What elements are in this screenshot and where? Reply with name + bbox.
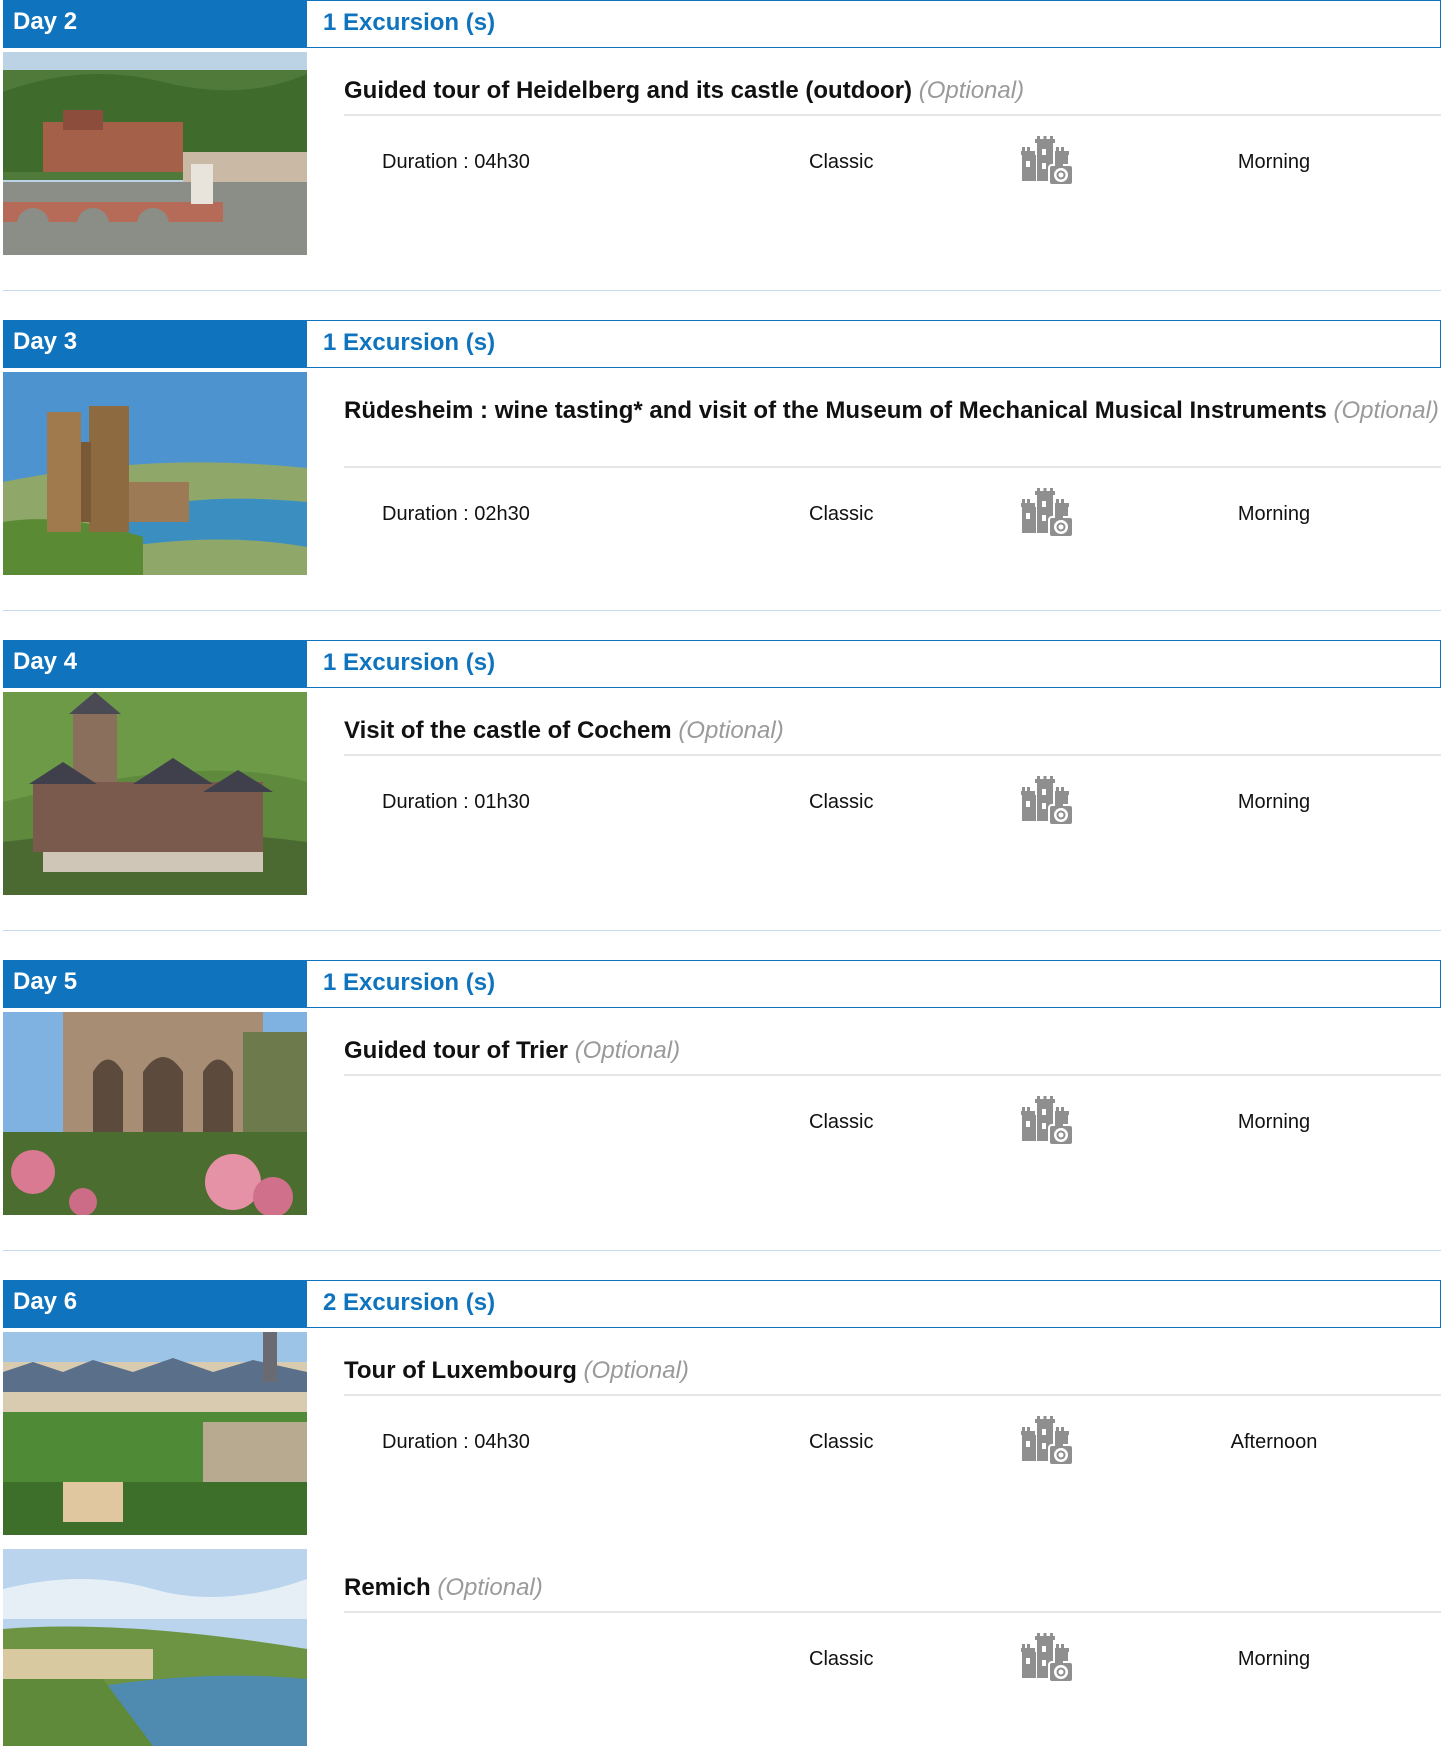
optional-label: (Optional) bbox=[678, 717, 784, 744]
title-divider bbox=[344, 1394, 1441, 1396]
remich-photo bbox=[3, 1549, 307, 1746]
excursion-title: Guided tour of Trier bbox=[344, 1037, 569, 1064]
excursion-info-row: Duration : 04h30 Classic Afternoon bbox=[344, 1414, 1441, 1470]
excursion-count: 1 Excursion (s) bbox=[307, 960, 1441, 1008]
excursion-item[interactable]: Guided tour of Trier (Optional) Classic … bbox=[3, 1012, 1441, 1222]
day-header[interactable]: Day 6 2 Excursion (s) bbox=[3, 1280, 1441, 1328]
excursion-title: Tour of Luxembourg bbox=[344, 1357, 577, 1384]
excursion-title-line: Remich (Optional) bbox=[344, 1571, 1441, 1604]
castle-camera-icon bbox=[1019, 1095, 1075, 1149]
excursion-item[interactable]: Remich (Optional) Classic Morning bbox=[3, 1549, 1441, 1746]
level-text: Classic bbox=[809, 1111, 874, 1133]
castle-camera-icon bbox=[1019, 135, 1075, 189]
day-section: Day 4 1 Excursion (s) Visit of the castl… bbox=[3, 640, 1441, 902]
itinerary-page: Day 2 1 Excursion (s) Guided tour of Hei… bbox=[0, 0, 1451, 1746]
day-separator bbox=[3, 610, 1441, 611]
excursion-item[interactable]: Guided tour of Heidelberg and its castle… bbox=[3, 52, 1441, 262]
castle-camera-icon bbox=[1019, 775, 1075, 829]
excursion-info-row: Duration : 02h30 Classic Morning bbox=[344, 486, 1441, 542]
excursion-item[interactable]: Tour of Luxembourg (Optional) Duration :… bbox=[3, 1332, 1441, 1549]
optional-label: (Optional) bbox=[583, 1357, 689, 1384]
duration-text: Duration : 02h30 bbox=[382, 503, 530, 525]
day-label: Day 5 bbox=[3, 960, 307, 1008]
excursion-count: 2 Excursion (s) bbox=[307, 1280, 1441, 1328]
day-separator bbox=[3, 290, 1441, 291]
day-section: Day 2 1 Excursion (s) Guided tour of Hei… bbox=[3, 0, 1441, 262]
level-text: Classic bbox=[809, 1648, 874, 1670]
day-section: Day 3 1 Excursion (s) Rüdesheim : wine t… bbox=[3, 320, 1441, 582]
excursion-item[interactable]: Rüdesheim : wine tasting* and visit of t… bbox=[3, 372, 1441, 582]
day-header[interactable]: Day 2 1 Excursion (s) bbox=[3, 0, 1441, 48]
time-of-day: Morning bbox=[1237, 791, 1311, 813]
cochem-photo bbox=[3, 692, 307, 895]
excursion-count: 1 Excursion (s) bbox=[307, 320, 1441, 368]
title-divider bbox=[344, 466, 1441, 468]
title-divider bbox=[344, 754, 1441, 756]
time-of-day: Morning bbox=[1237, 503, 1311, 525]
day-label: Day 4 bbox=[3, 640, 307, 688]
castle-camera-icon bbox=[1019, 487, 1075, 541]
duration-text: Duration : 04h30 bbox=[382, 1431, 530, 1453]
day-separator bbox=[3, 1250, 1441, 1251]
luxembourg-photo bbox=[3, 1332, 307, 1535]
excursion-item[interactable]: Visit of the castle of Cochem (Optional)… bbox=[3, 692, 1441, 902]
optional-label: (Optional) bbox=[574, 1037, 681, 1064]
day-label: Day 2 bbox=[3, 0, 307, 48]
excursion-title-line: Guided tour of Trier (Optional) bbox=[344, 1034, 1441, 1067]
excursion-info-row: Classic Morning bbox=[344, 1094, 1441, 1150]
excursion-title-line: Tour of Luxembourg (Optional) bbox=[344, 1354, 1441, 1387]
time-of-day: Morning bbox=[1237, 1111, 1311, 1133]
duration-text: Duration : 01h30 bbox=[382, 791, 530, 813]
excursion-title: Remich bbox=[344, 1574, 431, 1601]
title-divider bbox=[344, 114, 1441, 116]
level-text: Classic bbox=[809, 791, 874, 813]
day-header[interactable]: Day 4 1 Excursion (s) bbox=[3, 640, 1441, 688]
day-section: Day 5 1 Excursion (s) Guided tour of Tri… bbox=[3, 960, 1441, 1222]
optional-label: (Optional) bbox=[1333, 397, 1439, 424]
castle-camera-icon bbox=[1019, 1415, 1075, 1469]
title-divider bbox=[344, 1611, 1441, 1613]
excursion-title-line: Guided tour of Heidelberg and its castle… bbox=[344, 74, 1441, 107]
time-of-day: Morning bbox=[1237, 151, 1311, 173]
excursion-count: 1 Excursion (s) bbox=[307, 0, 1441, 48]
optional-label: (Optional) bbox=[437, 1574, 543, 1601]
day-separator bbox=[3, 930, 1441, 931]
title-divider bbox=[344, 1074, 1441, 1076]
excursion-info-row: Duration : 04h30 Classic Morning bbox=[344, 134, 1441, 190]
rudesheim-photo bbox=[3, 372, 307, 575]
day-header[interactable]: Day 3 1 Excursion (s) bbox=[3, 320, 1441, 368]
time-of-day: Morning bbox=[1237, 1648, 1311, 1670]
excursion-title-line: Rüdesheim : wine tasting* and visit of t… bbox=[344, 394, 1441, 427]
excursion-count: 1 Excursion (s) bbox=[307, 640, 1441, 688]
day-label: Day 3 bbox=[3, 320, 307, 368]
excursion-info-row: Classic Morning bbox=[344, 1631, 1441, 1687]
duration-text: Duration : 04h30 bbox=[382, 151, 530, 173]
time-of-day: Afternoon bbox=[1230, 1431, 1318, 1453]
heidelberg-photo bbox=[3, 52, 307, 255]
level-text: Classic bbox=[809, 503, 874, 525]
excursion-title: Guided tour of Heidelberg and its castle… bbox=[344, 77, 913, 104]
day-label: Day 6 bbox=[3, 1280, 307, 1328]
excursion-info-row: Duration : 01h30 Classic Morning bbox=[344, 774, 1441, 830]
excursion-title-line: Visit of the castle of Cochem (Optional) bbox=[344, 714, 1441, 747]
castle-camera-icon bbox=[1019, 1632, 1075, 1686]
day-section: Day 6 2 Excursion (s) Tour of Luxembourg… bbox=[3, 1280, 1441, 1746]
level-text: Classic bbox=[809, 151, 874, 173]
excursion-title: Rüdesheim : wine tasting* and visit of t… bbox=[344, 397, 1327, 424]
optional-label: (Optional) bbox=[918, 77, 1025, 104]
level-text: Classic bbox=[809, 1431, 874, 1453]
trier-photo bbox=[3, 1012, 307, 1215]
excursion-title: Visit of the castle of Cochem bbox=[344, 717, 672, 744]
day-header[interactable]: Day 5 1 Excursion (s) bbox=[3, 960, 1441, 1008]
